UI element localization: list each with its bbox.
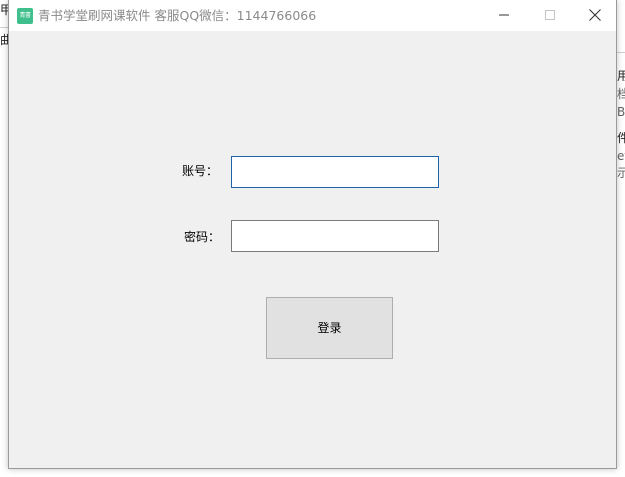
background-text: et <box>617 149 625 163</box>
maximize-button[interactable] <box>527 0 573 30</box>
background-text: 件 <box>617 131 625 145</box>
minimize-icon <box>499 14 509 16</box>
background-text: 用 <box>617 69 625 83</box>
background-text: 档 <box>617 87 625 101</box>
background-text: B <box>617 105 625 119</box>
background-divider <box>0 27 8 28</box>
title-bar[interactable]: 青書 青书学堂刷网课软件 客服QQ微信：1144766066 <box>9 0 616 31</box>
window-title: 青书学堂刷网课软件 客服QQ微信：1144766066 <box>38 8 317 23</box>
app-logo-icon: 青書 <box>17 8 33 24</box>
close-icon <box>589 9 601 21</box>
account-input[interactable] <box>231 156 439 188</box>
password-label: 密码： <box>184 230 221 244</box>
password-input[interactable] <box>231 220 439 252</box>
maximize-icon <box>545 10 555 20</box>
background-text: 示 <box>617 166 625 180</box>
background-divider <box>617 52 625 53</box>
account-label: 账号： <box>182 164 219 178</box>
login-window: 青書 青书学堂刷网课软件 客服QQ微信：1144766066 账号： 密码： 登… <box>8 0 617 469</box>
login-button[interactable]: 登录 <box>266 297 393 359</box>
close-button[interactable] <box>572 0 618 30</box>
minimize-button[interactable] <box>481 0 527 30</box>
